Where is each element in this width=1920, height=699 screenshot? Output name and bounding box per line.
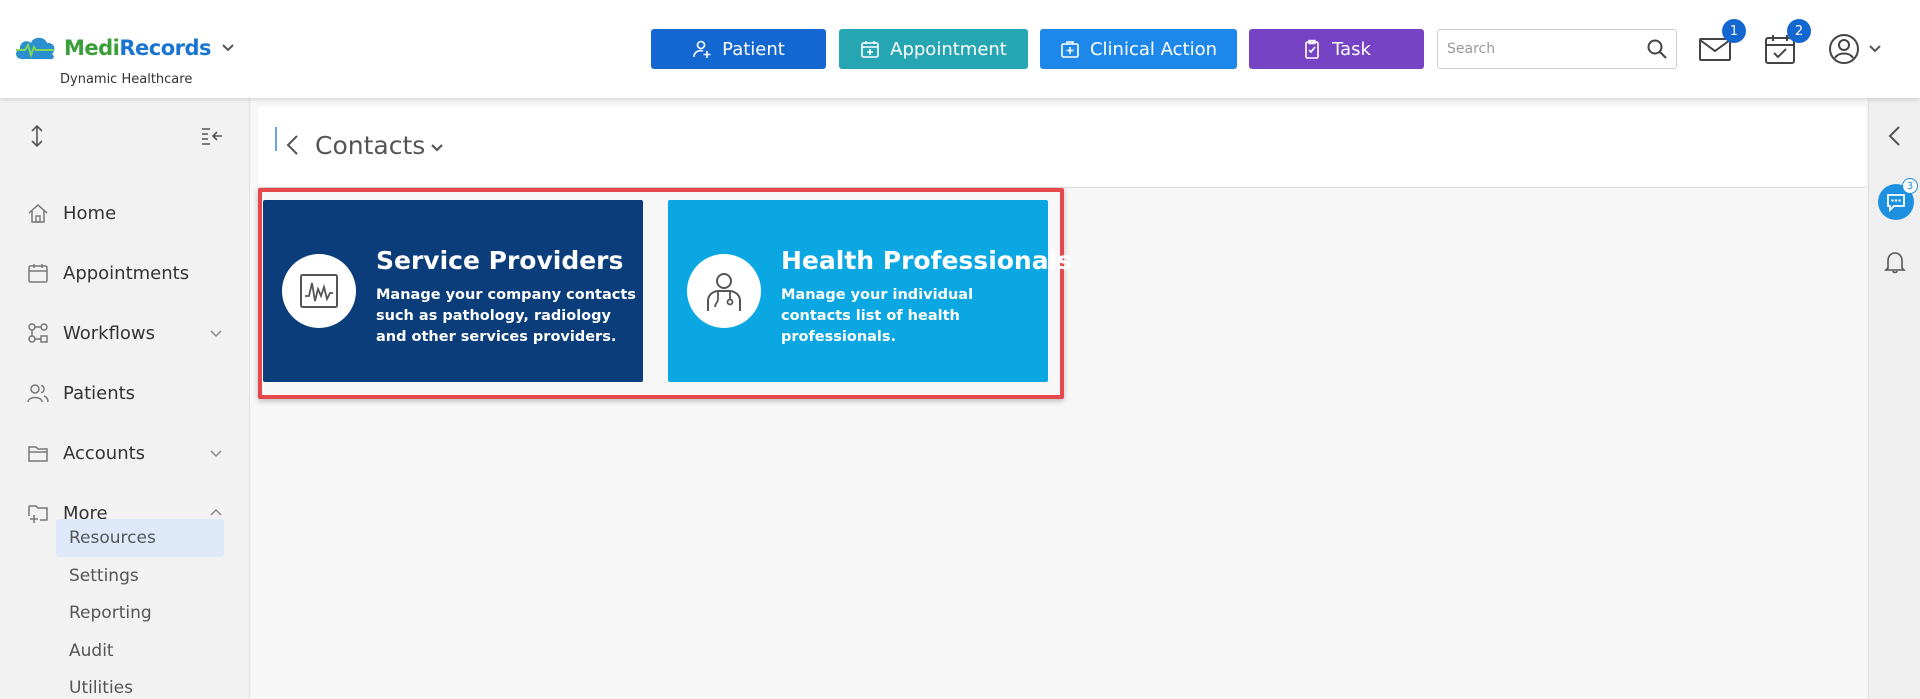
- bell-icon[interactable]: [1884, 250, 1906, 274]
- clipboard-check-icon: [1305, 39, 1319, 59]
- cloud-logo-icon: [16, 37, 55, 60]
- back-arrow-icon[interactable]: [284, 133, 302, 157]
- app-name: MediRecords: [64, 36, 212, 60]
- card-title: Service Providers: [376, 246, 624, 275]
- chevron-down-icon[interactable]: [430, 141, 444, 155]
- activity-monitor-icon: [300, 274, 338, 308]
- sidebar-item-label: Patients: [63, 382, 136, 404]
- appointment-button-label: Appointment: [890, 38, 1007, 60]
- mail-count-badge: 1: [1722, 19, 1746, 43]
- chevron-left-icon[interactable]: [1885, 124, 1905, 148]
- doctor-icon: [707, 273, 741, 311]
- search-icon[interactable]: [1646, 38, 1668, 60]
- search-box: [1437, 29, 1677, 69]
- sidebar-item-patients[interactable]: Patients: [0, 373, 250, 413]
- task-button-label: Task: [1332, 38, 1371, 60]
- page-header: Contacts: [258, 107, 1866, 188]
- sidebar-item-label: Appointments: [63, 262, 190, 284]
- card-description: Manage your company contacts such as pat…: [376, 287, 636, 345]
- clinical-action-button-label: Clinical Action: [1089, 38, 1217, 60]
- sidebar-item-label: Home: [63, 202, 117, 224]
- card-description: Manage your individual contacts list of …: [781, 287, 974, 345]
- chat-count-badge: 3: [1902, 178, 1918, 194]
- sidebar-item-label: Accounts: [63, 442, 146, 464]
- chevron-down-icon: [1869, 45, 1881, 53]
- page-title[interactable]: Contacts: [315, 131, 425, 160]
- card-icon-circle: [282, 254, 356, 328]
- users-icon: [27, 384, 49, 403]
- app-logo[interactable]: MediRecords: [12, 28, 235, 68]
- calendar-icon: [28, 264, 48, 283]
- chevron-down-icon: [210, 450, 222, 458]
- chevron-down-icon[interactable]: [221, 41, 235, 55]
- search-input[interactable]: [1438, 30, 1646, 68]
- chevron-down-icon: [210, 330, 222, 338]
- top-header: MediRecords Dynamic Healthcare Patient A…: [0, 0, 1920, 98]
- messages-button[interactable]: 1: [1698, 19, 1746, 65]
- user-menu[interactable]: [1828, 33, 1882, 65]
- calendar-add-icon: [861, 41, 879, 58]
- user-avatar-icon: [1829, 34, 1859, 64]
- folder-plus-icon: [28, 505, 48, 523]
- new-patient-button[interactable]: Patient: [651, 29, 826, 69]
- new-appointment-button[interactable]: Appointment: [839, 29, 1028, 69]
- new-task-button[interactable]: Task: [1249, 29, 1424, 69]
- card-icon-circle: [687, 254, 761, 328]
- organization-name: Dynamic Healthcare: [60, 72, 193, 87]
- expand-vertical-icon[interactable]: [28, 124, 46, 148]
- calendar-count-badge: 2: [1787, 19, 1811, 43]
- sidebar-item-home[interactable]: Home: [0, 193, 250, 233]
- patient-button-label: Patient: [722, 38, 785, 60]
- home-icon: [28, 203, 48, 223]
- service-providers-card[interactable]: Service Providers Manage your company co…: [263, 200, 643, 382]
- medical-kit-icon: [1061, 41, 1079, 58]
- sidebar-subitem-resources[interactable]: Resources: [56, 519, 224, 557]
- sidebar-subitem-audit[interactable]: Audit: [56, 632, 224, 670]
- title-divider: [275, 127, 277, 151]
- chat-bubble-icon: [1887, 194, 1905, 213]
- folder-icon: [28, 446, 48, 462]
- clinical-action-button[interactable]: Clinical Action: [1040, 29, 1237, 69]
- sidebar-subitem-reporting[interactable]: Reporting: [56, 594, 224, 632]
- sidebar-item-appointments[interactable]: Appointments: [0, 253, 250, 293]
- chat-button[interactable]: 3: [1878, 178, 1918, 220]
- sidebar-subitem-utilities[interactable]: Utilities: [56, 669, 224, 699]
- health-professionals-card[interactable]: Health Professionals Manage your individ…: [668, 200, 1072, 382]
- card-title: Health Professionals: [781, 246, 1073, 275]
- main-content: Contacts: [258, 107, 1866, 699]
- right-rail: 3: [1868, 98, 1920, 699]
- sidebar-toolbar: [0, 122, 250, 150]
- collapse-sidebar-icon[interactable]: [201, 126, 223, 146]
- chevron-up-icon: [210, 508, 222, 516]
- sidebar-subitem-settings[interactable]: Settings: [56, 557, 224, 595]
- sidebar: Home Appointments Workflows Patients Acc…: [0, 98, 250, 699]
- workflow-icon: [28, 323, 48, 343]
- sidebar-item-accounts[interactable]: Accounts: [0, 433, 250, 473]
- sidebar-item-workflows[interactable]: Workflows: [0, 313, 250, 353]
- sidebar-item-label: Workflows: [63, 322, 156, 344]
- add-user-icon: [693, 40, 711, 58]
- calendar-tasks-button[interactable]: 2: [1763, 19, 1811, 65]
